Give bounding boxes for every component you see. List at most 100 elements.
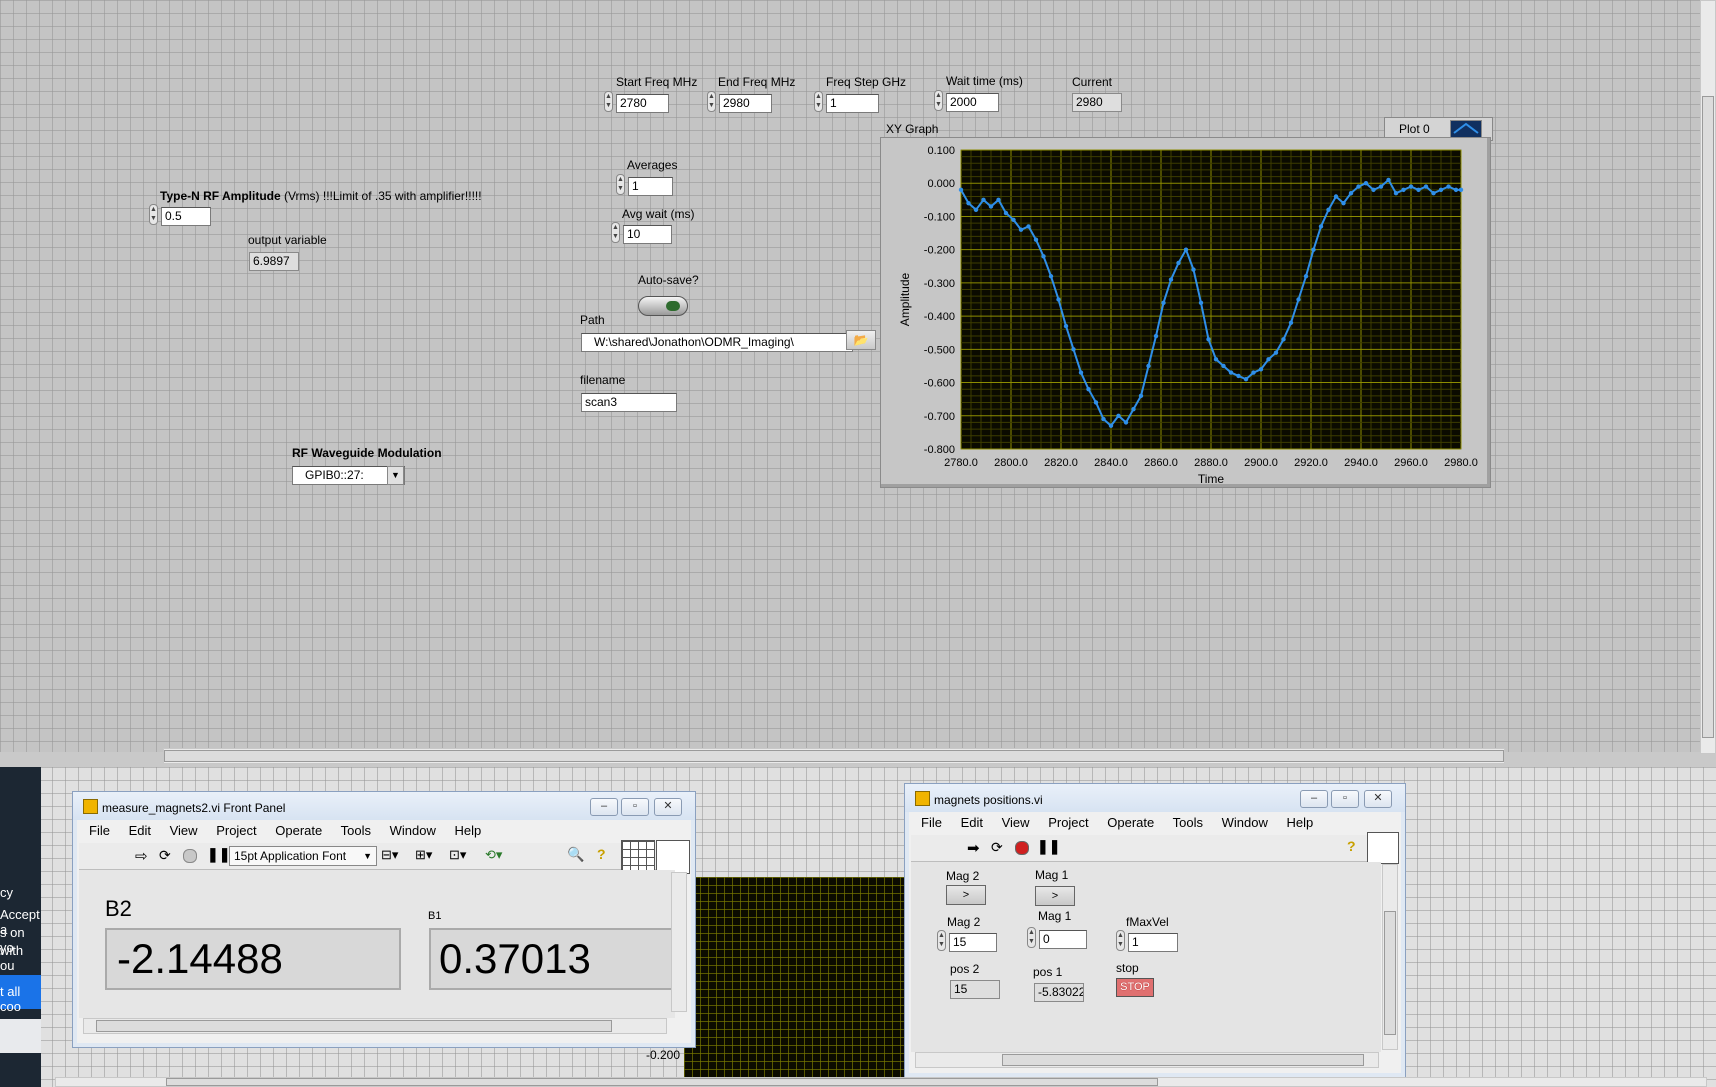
close-button[interactable]: ✕ [654,798,682,816]
data-point [1296,297,1301,302]
pause-icon[interactable]: ❚❚ [207,846,230,863]
measure-horizontal-scroll-thumb[interactable] [96,1020,612,1032]
measure-window-title: measure_magnets2.vi Front Panel [102,801,286,815]
pause-icon[interactable]: ❚❚ [1037,838,1060,855]
close-button[interactable]: ✕ [1364,790,1392,808]
mag1-spinner[interactable]: ▲ ▼ [1027,927,1036,948]
stop-button[interactable]: STOP [1116,978,1154,997]
abort-icon[interactable] [183,849,197,863]
font-select[interactable]: 15pt Application Font ▼ [229,846,377,866]
menu-view[interactable]: View [170,823,198,838]
menu-tools[interactable]: Tools [1173,815,1203,830]
menu-file[interactable]: File [89,823,110,838]
align-icon[interactable]: ⊟▾ [381,847,398,863]
averages-input[interactable]: 1 [628,177,673,196]
main-vertical-scroll-thumb[interactable] [1702,96,1714,738]
main-horizontal-scrollbar[interactable] [163,748,1505,764]
measure-horizontal-scrollbar[interactable] [83,1018,667,1034]
reorder-icon[interactable]: ⟲▾ [485,847,502,863]
data-point [1048,274,1054,279]
desktop-horizontal-scrollbar[interactable] [55,1077,1707,1087]
menu-window[interactable]: Window [390,823,436,838]
menu-view[interactable]: View [1002,815,1030,830]
wait-time-input[interactable]: 2000 [946,93,999,112]
desktop-horizontal-scroll-thumb[interactable] [166,1078,1158,1086]
bg-accept-button[interactable]: t all coo [0,975,41,1014]
menu-help[interactable]: Help [1287,815,1314,830]
main-horizontal-scroll-thumb[interactable] [164,750,1504,762]
minimize-button[interactable]: – [1300,790,1328,808]
search-icon[interactable]: 🔍 [567,846,584,863]
data-point [1191,267,1196,272]
averages-spinner[interactable]: ▲ ▼ [616,174,625,195]
measure-window-titlebar[interactable]: measure_magnets2.vi Front Panel – ▫ ✕ [73,792,695,820]
positions-horizontal-scrollbar[interactable] [915,1052,1379,1068]
run-arrow-icon[interactable]: ⇨ [135,847,148,865]
wait-time-label: Wait time (ms) [946,74,1023,88]
end-freq-spinner[interactable]: ▲ ▼ [707,91,716,112]
end-freq-input[interactable]: 2980 [719,94,772,113]
wait-time-spinner[interactable]: ▲ ▼ [934,90,943,111]
maximize-button[interactable]: ▫ [1331,790,1359,808]
menu-help[interactable]: Help [455,823,482,838]
positions-window-title: magnets positions.vi [934,793,1043,807]
distribute-icon[interactable]: ⊞▾ [415,847,432,863]
rf-amplitude-input[interactable]: 0.5 [161,207,211,226]
main-vertical-scrollbar[interactable] [1700,0,1716,754]
start-freq-spinner[interactable]: ▲ ▼ [604,91,613,112]
positions-horizontal-scroll-thumb[interactable] [1002,1054,1364,1066]
menu-file[interactable]: File [921,815,942,830]
data-point [1138,393,1144,399]
menu-window[interactable]: Window [1222,815,1268,830]
fmaxvel-spinner[interactable]: ▲ ▼ [1116,930,1125,951]
abort-icon[interactable] [1015,841,1029,855]
data-point [1108,423,1114,428]
data-point [1281,337,1286,342]
auto-save-toggle[interactable] [638,296,688,316]
menu-project[interactable]: Project [1048,815,1088,830]
menu-project[interactable]: Project [216,823,256,838]
bg-secondary-button[interactable] [0,1019,41,1053]
start-freq-input[interactable]: 2780 [616,94,669,113]
freq-step-input[interactable]: 1 [826,94,879,113]
maximize-button[interactable]: ▫ [621,798,649,816]
measure-vertical-scrollbar[interactable] [671,872,687,1012]
positions-window-titlebar[interactable]: magnets positions.vi – ▫ ✕ [905,784,1405,812]
menu-tools[interactable]: Tools [341,823,371,838]
resize-icon[interactable]: ⊡▾ [449,847,466,863]
path-input[interactable]: W:\shared\Jonathon\ODMR_Imaging\ [581,333,853,352]
mag1-button[interactable]: > [1035,886,1075,906]
mag1-input[interactable]: 0 [1039,930,1087,949]
chevron-down-icon[interactable]: ▼ [387,466,404,485]
menu-edit[interactable]: Edit [129,823,151,838]
run-arrow-icon[interactable]: ➡ [967,839,980,857]
run-continuous-icon[interactable]: ⟳ [159,847,171,864]
data-point [1386,177,1391,183]
avg-wait-input[interactable]: 10 [623,225,672,244]
freq-step-spinner[interactable]: ▲ ▼ [814,91,823,112]
mag2-input[interactable]: 15 [949,933,997,952]
minimize-button[interactable]: – [590,798,618,816]
help-icon[interactable]: ? [597,846,606,862]
menu-operate[interactable]: Operate [1107,815,1154,830]
background-browser-strip: cy Accept a s on yo with ou t all coo [0,767,41,1087]
data-point [1093,400,1099,405]
bg-text-5: t all coo [0,984,21,1014]
positions-vertical-scroll-thumb[interactable] [1384,911,1396,1035]
avg-wait-spinner[interactable]: ▲ ▼ [611,222,620,243]
mag2-button[interactable]: > [946,885,986,905]
menu-operate[interactable]: Operate [275,823,322,838]
menu-edit[interactable]: Edit [961,815,983,830]
mag2-spinner[interactable]: ▲ ▼ [937,930,946,951]
xy-graph[interactable]: 0.100 0.000 -0.100 -0.200 -0.300 -0.400 -0.500… [881,138,1490,487]
fmaxvel-label: fMaxVel [1126,915,1169,929]
positions-vertical-scrollbar[interactable] [1382,864,1398,1050]
data-point [996,197,1001,203]
run-continuous-icon[interactable]: ⟳ [991,839,1003,856]
help-icon[interactable]: ? [1347,838,1356,854]
mag1-button-label: Mag 1 [1035,868,1069,882]
rf-amplitude-spinner[interactable]: ▲ ▼ [149,204,158,225]
fmaxvel-input[interactable]: 1 [1128,933,1178,952]
browse-folder-icon[interactable]: 📂 [846,330,876,350]
filename-input[interactable]: scan3 [581,393,677,412]
